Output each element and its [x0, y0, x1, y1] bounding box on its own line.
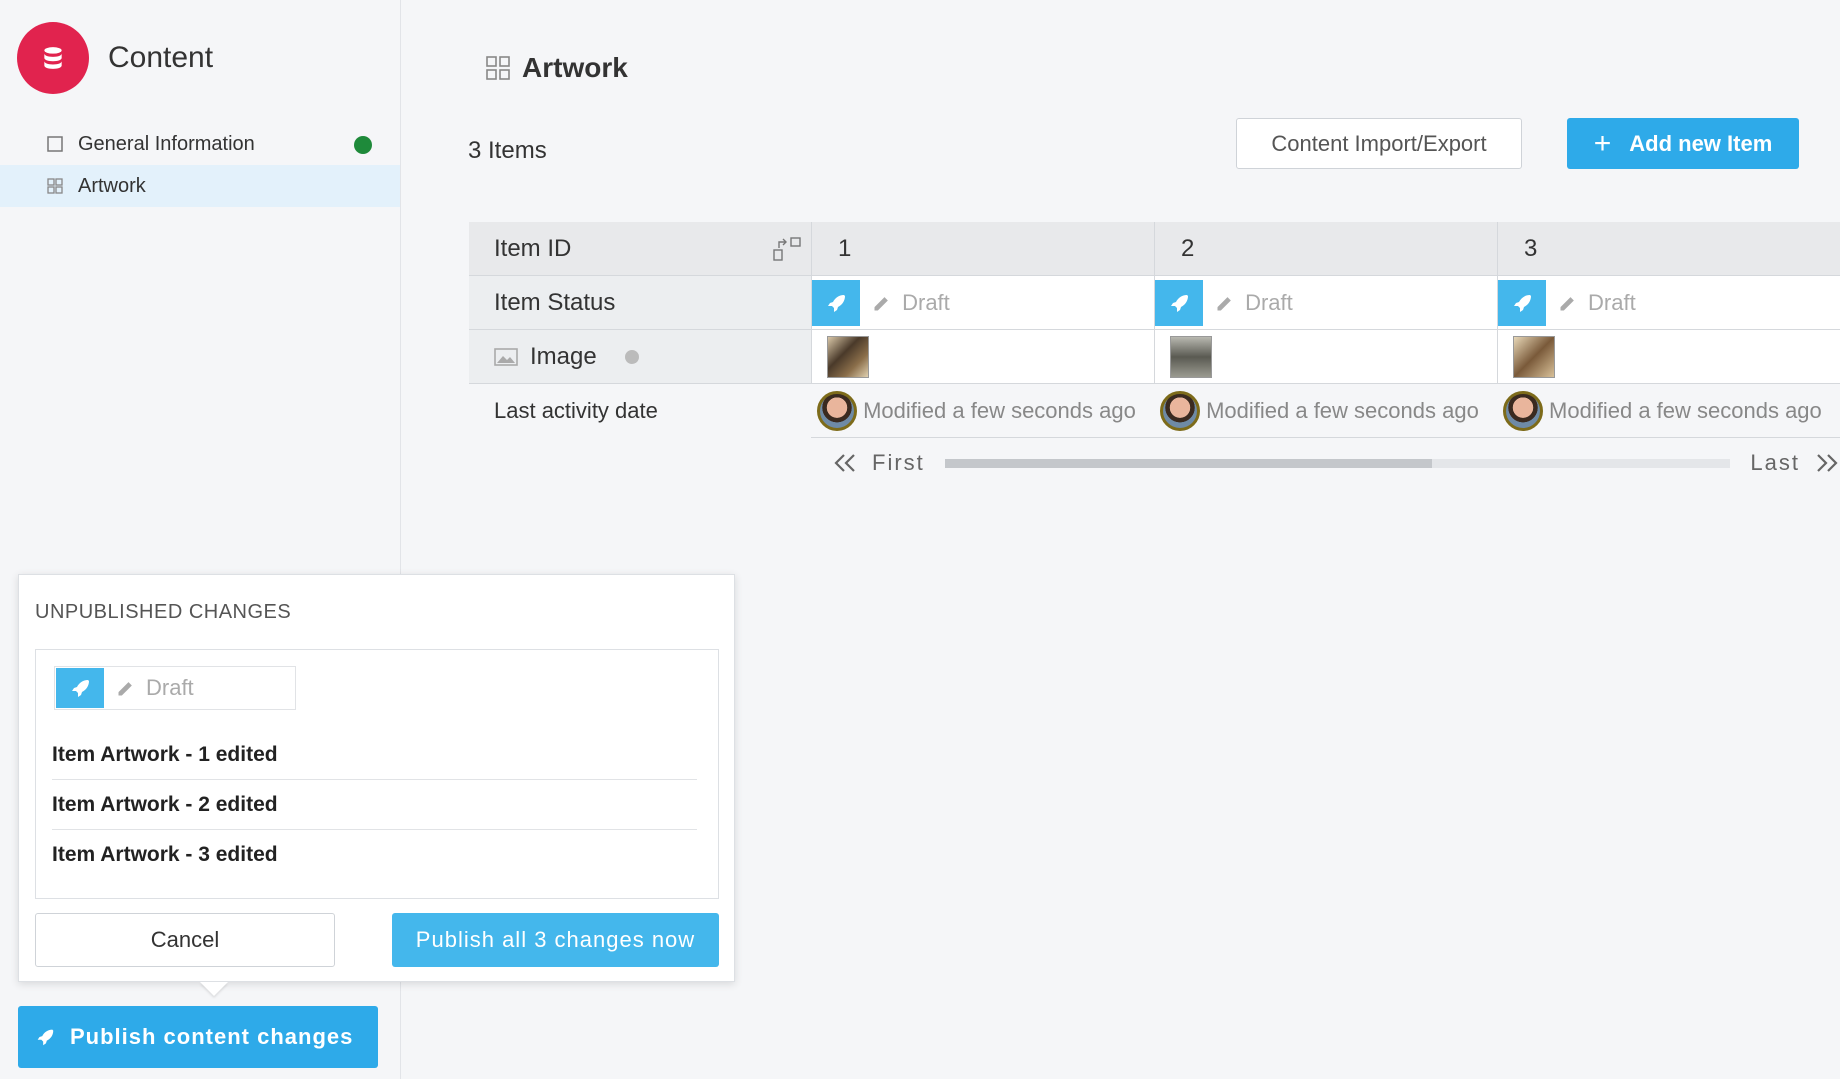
status-dot: [354, 136, 372, 154]
sidebar-item-artwork[interactable]: Artwork: [0, 165, 400, 207]
rocket-icon: [56, 668, 104, 708]
item-id-cell[interactable]: 1: [811, 222, 1154, 276]
page-title: Artwork: [486, 52, 628, 84]
content-import-export-button[interactable]: Content Import/Export: [1236, 118, 1522, 169]
app-title: Content: [108, 41, 214, 74]
sidebar-item-general-information[interactable]: General Information: [0, 123, 400, 165]
add-new-item-label: Add new Item: [1629, 130, 1773, 156]
table-row-image: Image: [469, 330, 1840, 384]
sidebar-item-label: Artwork: [78, 174, 146, 197]
last-activity-cell: Modified a few seconds ago: [811, 384, 1155, 438]
image-icon: [494, 347, 518, 366]
square-icon: [47, 136, 63, 152]
brand: Content: [17, 22, 213, 94]
row-header-item-status: Item Status: [469, 276, 812, 330]
items-table: Item ID 1 2 3 Item Status Draft Draft Dr…: [469, 222, 1840, 438]
grid-icon: [486, 56, 510, 80]
row-header-last-activity: Last activity date: [494, 398, 658, 423]
publish-button-label: Publish content changes: [70, 1024, 354, 1049]
artwork-thumbnail[interactable]: [1170, 335, 1213, 378]
table-row-item-status: Item Status Draft Draft Draft: [469, 276, 1840, 330]
rocket-icon[interactable]: [1155, 279, 1204, 326]
row-header-label: Image: [530, 342, 597, 370]
pager-scrollbar[interactable]: [944, 458, 1731, 468]
expand-icon[interactable]: [773, 236, 801, 262]
pencil-icon: [874, 296, 888, 310]
item-status-cell[interactable]: Draft: [1497, 276, 1840, 330]
avatar: [817, 390, 858, 431]
list-item: Item Artwork - 3 edited: [52, 843, 278, 866]
double-chevron-right-icon: [1817, 454, 1838, 472]
popup-title: UNPUBLISHED CHANGES: [35, 601, 292, 623]
grid-icon: [47, 178, 63, 194]
pager-last-label: Last: [1750, 450, 1800, 475]
status-label: Draft: [1588, 289, 1636, 315]
artwork-thumbnail[interactable]: [1513, 335, 1556, 378]
rocket-icon: [37, 1029, 54, 1046]
row-header-item-id: Item ID: [469, 222, 811, 276]
rocket-icon[interactable]: [1498, 279, 1547, 326]
item-status-cell[interactable]: Draft: [811, 276, 1155, 330]
sidebar-list: General Information Artwork: [0, 123, 400, 207]
modified-text: Modified a few seconds ago: [863, 397, 1136, 423]
artwork-thumbnail[interactable]: [827, 335, 870, 378]
pager-last-button[interactable]: Last: [1750, 450, 1840, 476]
pager-scroll-thumb[interactable]: [944, 458, 1432, 468]
popup-caret: [200, 982, 228, 996]
cancel-button[interactable]: Cancel: [35, 913, 335, 967]
status-label: Draft: [1245, 289, 1293, 315]
double-chevron-left-icon: [834, 454, 855, 472]
status-label: Draft: [146, 675, 194, 700]
pencil-icon: [1560, 296, 1574, 310]
page-title-text: Artwork: [522, 52, 628, 83]
avatar: [1503, 390, 1544, 431]
unpublished-changes-popup: UNPUBLISHED CHANGES Draft Item Artwork -…: [18, 574, 735, 982]
publish-content-changes-button[interactable]: Publish content changes: [18, 1006, 378, 1068]
row-header-label: Item ID: [494, 234, 572, 262]
status-label: Draft: [902, 289, 950, 315]
item-id-cell[interactable]: 2: [1154, 222, 1497, 276]
table-row-last-activity: Last activity date Modified a few second…: [469, 384, 1840, 438]
rocket-icon[interactable]: [812, 279, 861, 326]
list-item: Item Artwork - 1 edited: [52, 730, 697, 780]
changes-box: Draft Item Artwork - 1 edited Item Artwo…: [35, 649, 719, 899]
item-status-cell[interactable]: Draft: [1154, 276, 1498, 330]
column-pager: First Last: [832, 448, 1840, 478]
items-count: 3 Items: [468, 137, 547, 164]
pager-first-label: First: [872, 450, 925, 475]
status-pill: Draft: [54, 666, 296, 710]
row-header-image: Image: [469, 330, 812, 384]
last-activity-cell: Modified a few seconds ago: [1154, 384, 1498, 438]
avatar: [1160, 390, 1201, 431]
publish-all-button[interactable]: Publish all 3 changes now: [392, 913, 719, 967]
pencil-icon: [118, 682, 132, 696]
modified-text: Modified a few seconds ago: [1549, 397, 1822, 423]
database-icon: [17, 22, 89, 94]
item-id-cell[interactable]: 3: [1497, 222, 1840, 276]
info-icon[interactable]: [624, 349, 639, 364]
sidebar-item-label: General Information: [78, 132, 255, 155]
add-new-item-button[interactable]: + Add new Item: [1567, 118, 1799, 169]
pencil-icon: [1217, 296, 1231, 310]
image-cell[interactable]: [811, 330, 1155, 384]
image-cell[interactable]: [1154, 330, 1498, 384]
table-row-item-id: Item ID 1 2 3: [469, 222, 1840, 276]
image-cell[interactable]: [1497, 330, 1840, 384]
modified-text: Modified a few seconds ago: [1206, 397, 1479, 423]
last-activity-cell: Modified a few seconds ago: [1497, 384, 1840, 438]
plus-icon: +: [1593, 126, 1612, 160]
list-item: Item Artwork - 2 edited: [52, 780, 697, 830]
pager-first-button[interactable]: First: [832, 450, 925, 476]
change-list: Item Artwork - 1 edited Item Artwork - 2…: [52, 730, 697, 880]
